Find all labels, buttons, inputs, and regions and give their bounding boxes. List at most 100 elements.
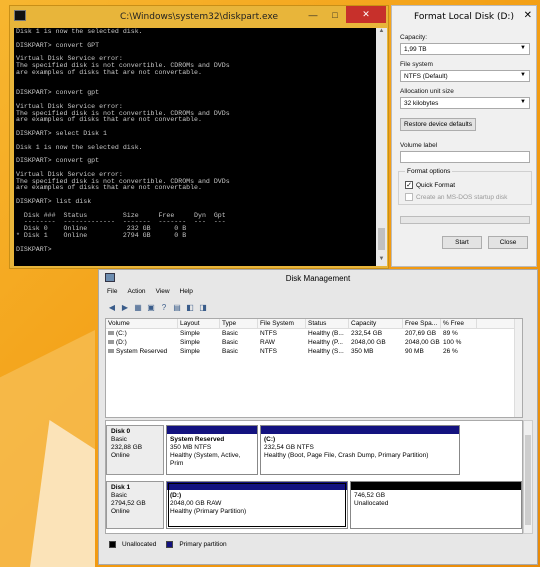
menu-help[interactable]: Help xyxy=(180,288,193,295)
close-icon[interactable]: ✕ xyxy=(524,10,532,21)
back-icon[interactable]: ◀ xyxy=(107,302,117,312)
disk-status: Online xyxy=(111,452,130,459)
scroll-up-icon[interactable]: ▲ xyxy=(376,28,387,38)
forward-icon[interactable]: ▶ xyxy=(120,302,130,312)
table-cell: Healthy (B... xyxy=(308,330,344,337)
table-cell: Healthy (P... xyxy=(308,339,343,346)
table-scrollbar[interactable] xyxy=(514,319,522,417)
primary-swatch xyxy=(166,540,174,548)
diskpart-window: C:\Windows\system32\diskpart.exe — □ ✕ D… xyxy=(9,5,389,269)
table-cell: Healthy (S... xyxy=(308,348,344,355)
help-icon[interactable]: ? xyxy=(159,302,169,312)
column-header[interactable]: Status xyxy=(306,319,349,328)
column-header[interactable]: Type xyxy=(220,319,258,328)
msdos-startup-label: Create an MS-DOS startup disk xyxy=(416,193,508,201)
start-button[interactable]: Start xyxy=(442,236,482,249)
console-output[interactable]: Disk 1 is now the selected disk. DISKPAR… xyxy=(14,28,376,266)
partition-d[interactable]: (D:) 2048,00 GB RAW Healthy (Primary Par… xyxy=(166,481,348,529)
table-cell: NTFS xyxy=(260,348,277,355)
chevron-down-icon: ▼ xyxy=(520,99,526,105)
scroll-thumb[interactable] xyxy=(525,435,531,525)
capacity-select[interactable]: 1,99 TB ▼ xyxy=(400,43,530,55)
partition-system-reserved[interactable]: System Reserved 350 MB NTFS Healthy (Sys… xyxy=(166,425,258,475)
quick-format-checkbox[interactable]: ✓ Quick Format xyxy=(405,181,455,189)
menu-view[interactable]: View xyxy=(156,288,170,295)
table-cell: 26 % xyxy=(443,348,458,355)
partition-bar xyxy=(167,482,347,490)
disk-0-info[interactable]: Disk 0 Basic 232,88 GB Online xyxy=(106,425,164,475)
column-header[interactable]: Layout xyxy=(178,319,220,328)
partition-detail: 2048,00 GB RAW xyxy=(170,500,222,507)
allocation-select[interactable]: 32 kilobytes ▼ xyxy=(400,97,530,109)
column-header[interactable]: Volume xyxy=(106,319,178,328)
legend-primary: Primary partition xyxy=(179,540,227,548)
connect-icon[interactable]: ◧ xyxy=(185,302,195,312)
disk-type: Basic xyxy=(111,492,127,499)
table-cell: Basic xyxy=(222,339,238,346)
minimize-button[interactable]: — xyxy=(302,6,324,23)
volume-label-input[interactable] xyxy=(400,151,530,163)
table-row[interactable]: (C:) Simple Basic NTFS Healthy (B... 232… xyxy=(106,329,522,338)
column-header[interactable]: File System xyxy=(258,319,306,328)
dm-titlebar[interactable]: Disk Management xyxy=(99,270,537,286)
table-cell: 2048,00 GB xyxy=(405,339,440,346)
disk-management-window: Disk Management File Action View Help ◀ … xyxy=(98,269,538,565)
rescan-icon[interactable]: ◨ xyxy=(198,302,208,312)
cmd-scrollbar[interactable]: ▲ ▼ xyxy=(376,28,387,266)
format-dialog: Format Local Disk (D:) ✕ Capacity: 1,99 … xyxy=(391,5,537,267)
partition-status: Unallocated xyxy=(354,500,389,507)
restore-defaults-button[interactable]: Restore device defaults xyxy=(400,118,476,131)
scroll-down-icon[interactable]: ▼ xyxy=(376,256,387,266)
disk-map: Disk 0 Basic 232,88 GB Online System Res… xyxy=(105,420,523,534)
partition-status: Healthy (Boot, Page File, Crash Dump, Pr… xyxy=(264,452,429,459)
table-header: Volume Layout Type File System Status Ca… xyxy=(106,319,522,329)
menu-action[interactable]: Action xyxy=(127,288,145,295)
partition-bar xyxy=(261,426,459,434)
capacity-value: 1,99 TB xyxy=(404,46,427,53)
table-row[interactable]: System Reserved Simple Basic NTFS Health… xyxy=(106,347,522,356)
partition-detail: 232,54 GB NTFS xyxy=(264,444,314,451)
disk-name: Disk 1 xyxy=(111,484,131,491)
column-header[interactable]: Capacity xyxy=(349,319,403,328)
disk-1-info[interactable]: Disk 1 Basic 2794,52 GB Online xyxy=(106,481,164,529)
table-cell: 89 % xyxy=(443,330,458,337)
close-button[interactable]: Close xyxy=(488,236,528,249)
table-cell: 2048,00 GB xyxy=(351,339,386,346)
scroll-thumb[interactable] xyxy=(378,228,385,250)
menu-file[interactable]: File xyxy=(107,288,117,295)
filesystem-select[interactable]: NTFS (Default) ▼ xyxy=(400,70,530,82)
toolbar: ◀ ▶ ▦ ▣ ? ▤ ◧ ◨ xyxy=(103,300,208,314)
table-cell: Basic xyxy=(222,330,238,337)
refresh-icon[interactable]: ▤ xyxy=(172,302,182,312)
partition-unallocated[interactable]: 746,52 GB Unallocated xyxy=(350,481,522,529)
cmd-titlebar[interactable]: C:\Windows\system32\diskpart.exe — □ ✕ xyxy=(10,6,388,28)
maximize-button[interactable]: □ xyxy=(324,6,346,23)
table-cell: Simple xyxy=(180,348,200,355)
table-row[interactable]: (D:) Simple Basic RAW Healthy (P... 2048… xyxy=(106,338,522,347)
legend-unallocated: Unallocated xyxy=(122,540,157,548)
table-cell: 90 MB xyxy=(405,348,424,355)
column-header[interactable]: % Free xyxy=(441,319,477,328)
table-cell: System Reserved xyxy=(116,348,168,355)
column-header[interactable]: Free Spa... xyxy=(403,319,441,328)
partition-status: Healthy (Primary Partition) xyxy=(170,508,247,515)
partition-c[interactable]: (C:) 232,54 GB NTFS Healthy (Boot, Page … xyxy=(260,425,460,475)
msdos-startup-checkbox[interactable]: Create an MS-DOS startup disk xyxy=(405,193,507,201)
up-icon[interactable]: ▦ xyxy=(133,302,143,312)
partition-bar xyxy=(351,482,521,490)
disk-size: 2794,52 GB xyxy=(111,500,146,507)
table-cell: (D:) xyxy=(116,339,127,346)
table-cell: 207,69 GB xyxy=(405,330,437,337)
menu-bar: File Action View Help xyxy=(103,288,193,295)
format-titlebar[interactable]: Format Local Disk (D:) ✕ xyxy=(392,6,536,28)
disk-map-scrollbar[interactable] xyxy=(523,420,533,534)
capacity-label: Capacity: xyxy=(400,34,428,41)
table-cell: Simple xyxy=(180,330,200,337)
partition-name: (D:) xyxy=(170,492,182,499)
properties-icon[interactable]: ▣ xyxy=(146,302,156,312)
close-button[interactable]: ✕ xyxy=(346,6,386,23)
table-cell: 232,54 GB xyxy=(351,330,383,337)
drive-icon xyxy=(108,349,114,354)
volume-table: Volume Layout Type File System Status Ca… xyxy=(105,318,523,418)
filesystem-label: File system xyxy=(400,61,433,68)
